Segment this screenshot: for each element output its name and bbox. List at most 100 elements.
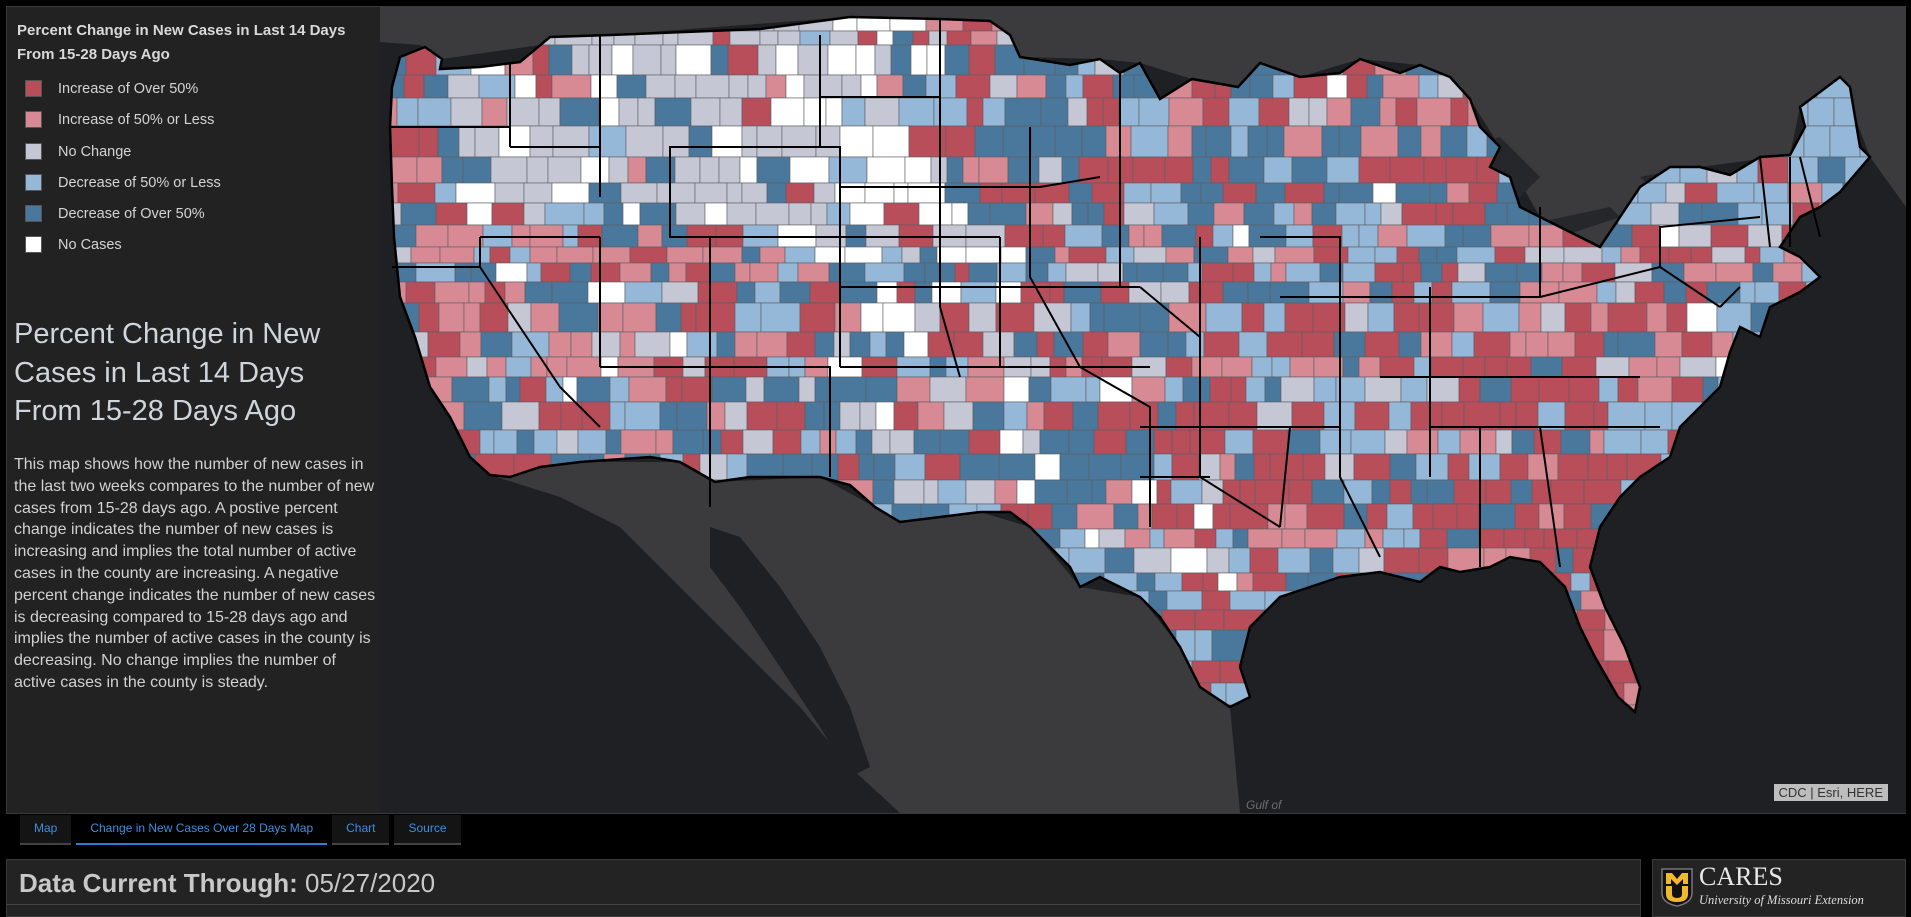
county[interactable] bbox=[619, 262, 652, 283]
county[interactable] bbox=[872, 479, 895, 505]
county[interactable] bbox=[775, 44, 799, 76]
county[interactable] bbox=[681, 376, 713, 403]
county[interactable] bbox=[1646, 302, 1668, 333]
county[interactable] bbox=[1210, 156, 1230, 184]
county[interactable] bbox=[1350, 97, 1381, 127]
county[interactable] bbox=[1124, 528, 1151, 549]
county[interactable] bbox=[1306, 503, 1345, 530]
county[interactable] bbox=[955, 74, 991, 99]
county[interactable] bbox=[728, 74, 749, 99]
county[interactable] bbox=[724, 401, 748, 431]
county[interactable] bbox=[1230, 125, 1249, 158]
county[interactable] bbox=[1410, 479, 1428, 505]
county[interactable] bbox=[624, 281, 663, 304]
county[interactable] bbox=[1003, 401, 1028, 431]
county[interactable] bbox=[1247, 281, 1271, 304]
county[interactable] bbox=[766, 182, 787, 204]
county[interactable] bbox=[488, 376, 507, 403]
county[interactable] bbox=[526, 156, 549, 184]
county[interactable] bbox=[588, 182, 622, 204]
county[interactable] bbox=[937, 479, 967, 505]
county[interactable] bbox=[1070, 302, 1091, 333]
county[interactable] bbox=[789, 156, 830, 184]
county[interactable] bbox=[869, 331, 887, 358]
county[interactable] bbox=[1034, 453, 1061, 481]
county[interactable] bbox=[1160, 281, 1190, 304]
county[interactable] bbox=[1374, 246, 1398, 264]
county[interactable] bbox=[1346, 74, 1368, 99]
county[interactable] bbox=[1066, 479, 1093, 505]
county[interactable] bbox=[894, 453, 926, 481]
county[interactable] bbox=[1113, 503, 1139, 530]
county[interactable] bbox=[1514, 503, 1540, 530]
county[interactable] bbox=[727, 44, 759, 76]
county[interactable] bbox=[844, 246, 883, 264]
county[interactable] bbox=[1105, 479, 1133, 505]
county[interactable] bbox=[611, 44, 634, 76]
county[interactable] bbox=[603, 202, 624, 226]
county[interactable] bbox=[1803, 125, 1831, 158]
county[interactable] bbox=[591, 331, 621, 358]
county[interactable] bbox=[556, 429, 579, 455]
county[interactable] bbox=[1524, 528, 1545, 549]
county[interactable] bbox=[1166, 590, 1203, 611]
county[interactable] bbox=[1284, 182, 1325, 204]
county[interactable] bbox=[608, 156, 629, 184]
county[interactable] bbox=[1445, 156, 1478, 184]
county[interactable] bbox=[726, 202, 757, 226]
county[interactable] bbox=[1151, 503, 1178, 530]
county[interactable] bbox=[1382, 74, 1420, 99]
county[interactable] bbox=[1463, 401, 1501, 431]
county[interactable] bbox=[1313, 356, 1344, 378]
county[interactable] bbox=[903, 331, 929, 358]
county[interactable] bbox=[1138, 97, 1170, 127]
county[interactable] bbox=[571, 44, 590, 76]
county[interactable] bbox=[1489, 281, 1521, 304]
county[interactable] bbox=[1232, 528, 1249, 549]
county[interactable] bbox=[994, 479, 1018, 505]
county[interactable] bbox=[1562, 262, 1583, 283]
county[interactable] bbox=[680, 302, 697, 333]
county[interactable] bbox=[675, 44, 712, 76]
county[interactable] bbox=[864, 262, 905, 283]
county[interactable] bbox=[1654, 331, 1683, 358]
county[interactable] bbox=[1258, 97, 1290, 127]
county[interactable] bbox=[1341, 224, 1360, 248]
county[interactable] bbox=[875, 401, 895, 431]
county[interactable] bbox=[1663, 281, 1687, 304]
county[interactable] bbox=[1377, 224, 1408, 248]
county[interactable] bbox=[1416, 97, 1452, 127]
county[interactable] bbox=[1181, 572, 1204, 592]
county[interactable] bbox=[1752, 262, 1774, 283]
county[interactable] bbox=[1568, 376, 1600, 403]
county[interactable] bbox=[1326, 97, 1352, 127]
county[interactable] bbox=[1026, 401, 1045, 431]
county[interactable] bbox=[962, 156, 980, 184]
county[interactable] bbox=[629, 246, 668, 264]
county[interactable] bbox=[546, 356, 568, 378]
county[interactable] bbox=[529, 125, 554, 158]
county[interactable] bbox=[1203, 331, 1240, 358]
county[interactable] bbox=[1400, 376, 1428, 403]
county[interactable] bbox=[1162, 262, 1189, 283]
county[interactable] bbox=[665, 376, 683, 403]
county[interactable] bbox=[1131, 479, 1158, 505]
county[interactable] bbox=[1485, 479, 1512, 505]
county[interactable] bbox=[1744, 246, 1761, 264]
county[interactable] bbox=[1617, 376, 1639, 403]
county[interactable] bbox=[1543, 528, 1578, 549]
county[interactable] bbox=[1002, 125, 1032, 158]
county[interactable] bbox=[968, 302, 997, 333]
county[interactable] bbox=[1402, 262, 1422, 283]
county[interactable] bbox=[609, 376, 630, 403]
county[interactable] bbox=[1224, 429, 1254, 455]
county[interactable] bbox=[1587, 453, 1608, 481]
county[interactable] bbox=[491, 202, 525, 226]
county[interactable] bbox=[620, 429, 657, 455]
county[interactable] bbox=[904, 156, 932, 184]
county[interactable] bbox=[890, 44, 912, 76]
county[interactable] bbox=[1112, 74, 1135, 99]
county[interactable] bbox=[741, 246, 761, 264]
county[interactable] bbox=[688, 125, 713, 158]
county[interactable] bbox=[1067, 97, 1088, 127]
